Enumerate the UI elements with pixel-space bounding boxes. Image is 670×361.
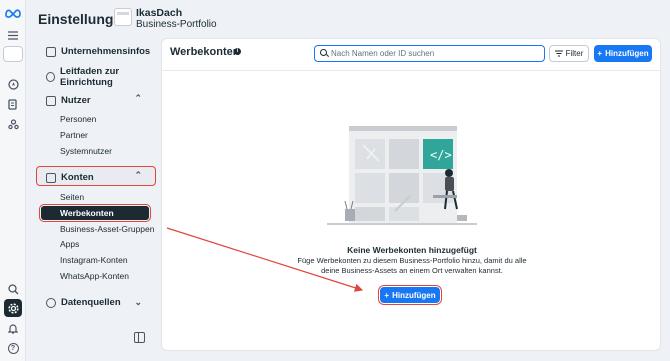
empty-state-add-button[interactable]: + Hinzufügen: [377, 284, 443, 306]
plus-icon: +: [384, 290, 390, 300]
portfolio-name[interactable]: IkasDach: [136, 7, 182, 19]
sidebar-item-setup-guide[interactable]: Leitfaden zur Einrichtung: [46, 66, 160, 88]
add-label: Hinzufügen: [605, 49, 649, 58]
portfolio-rail-icon[interactable]: [3, 46, 23, 62]
filter-label: Filter: [565, 49, 584, 58]
add-button[interactable]: + Hinzufügen: [594, 45, 652, 62]
section-label: Konten: [61, 172, 94, 183]
search-icon[interactable]: [4, 280, 22, 298]
header-divider: [162, 70, 660, 71]
section-accounts[interactable]: Konten ⌃: [46, 170, 142, 183]
help-icon[interactable]: ?: [4, 339, 22, 357]
sidebar-item-label: Leitfaden zur Einrichtung: [59, 66, 120, 88]
accounts-icon: [46, 172, 56, 183]
plus-icon: +: [597, 49, 603, 58]
company-icon: [46, 46, 56, 57]
compass-icon[interactable]: [4, 75, 22, 93]
sidebar-item-systemnutzer[interactable]: Systemnutzer: [60, 146, 112, 156]
notifications-bell-icon[interactable]: [4, 319, 22, 337]
sidebar-item-instagram-konten[interactable]: Instagram-Konten: [60, 255, 128, 265]
settings-sidebar: Unternehmensinfos Leitfaden zur Einricht…: [26, 38, 160, 361]
users-icon: [46, 95, 56, 106]
app-rail: ?: [0, 0, 26, 361]
section-label: Datenquellen: [61, 297, 121, 308]
panel-title: Werbekonten: [170, 46, 240, 58]
filter-icon: [554, 50, 563, 57]
sidebar-item-business-asset-gruppen[interactable]: Business-Asset-Gruppen: [60, 224, 155, 234]
sidebar-item-partner[interactable]: Partner: [60, 130, 88, 140]
section-users[interactable]: Nutzer ⌃: [46, 93, 142, 106]
empty-state-description: Füge Werbekonten zu diesem Business-Port…: [297, 256, 527, 275]
data-sources-icon: [46, 297, 56, 308]
question-icon: [46, 72, 55, 82]
sidebar-item-personen[interactable]: Personen: [60, 114, 96, 124]
section-label: Nutzer: [61, 95, 91, 106]
search-input[interactable]: Nach Namen oder ID suchen: [314, 45, 545, 62]
search-placeholder: Nach Namen oder ID suchen: [331, 49, 435, 58]
sidebar-item-apps[interactable]: Apps: [60, 239, 79, 249]
info-icon[interactable]: i: [234, 48, 241, 55]
top-header: Einstellungen IkasDach Business-Portfoli…: [26, 0, 670, 38]
section-data-sources[interactable]: Datenquellen ⌄: [46, 297, 142, 308]
sidebar-item-seiten[interactable]: Seiten: [60, 192, 84, 202]
chevron-down-icon: ⌄: [134, 297, 142, 307]
chevron-up-icon: ⌃: [134, 93, 142, 103]
portfolio-avatar[interactable]: [114, 8, 132, 26]
search-icon: [320, 49, 327, 56]
sidebar-item-werbekonten[interactable]: Werbekonten: [39, 204, 151, 222]
sidebar-item-label: Unternehmensinfos: [61, 46, 151, 57]
meta-logo-icon[interactable]: [4, 4, 22, 22]
settings-gear-icon[interactable]: [4, 299, 22, 317]
add-label: Hinzufügen: [392, 290, 436, 300]
main-panel: Werbekonten i Nach Namen oder ID suchen …: [161, 38, 661, 351]
portfolio-type: Business-Portfolio: [136, 19, 217, 30]
sidebar-item-company-info[interactable]: Unternehmensinfos: [46, 46, 150, 57]
sidebar-item-whatsapp-konten[interactable]: WhatsApp-Konten: [60, 271, 129, 281]
empty-state-illustration: </>: [327, 126, 477, 225]
people-icon[interactable]: [4, 115, 22, 133]
filter-button[interactable]: Filter: [549, 45, 589, 62]
chevron-up-icon: ⌃: [134, 170, 142, 180]
pages-icon[interactable]: [4, 95, 22, 113]
svg-text:</>: </>: [430, 148, 452, 162]
menu-icon[interactable]: [4, 26, 22, 44]
empty-state-title: Keine Werbekonten hinzugefügt: [347, 245, 477, 255]
collapse-sidebar-icon[interactable]: [134, 332, 145, 343]
